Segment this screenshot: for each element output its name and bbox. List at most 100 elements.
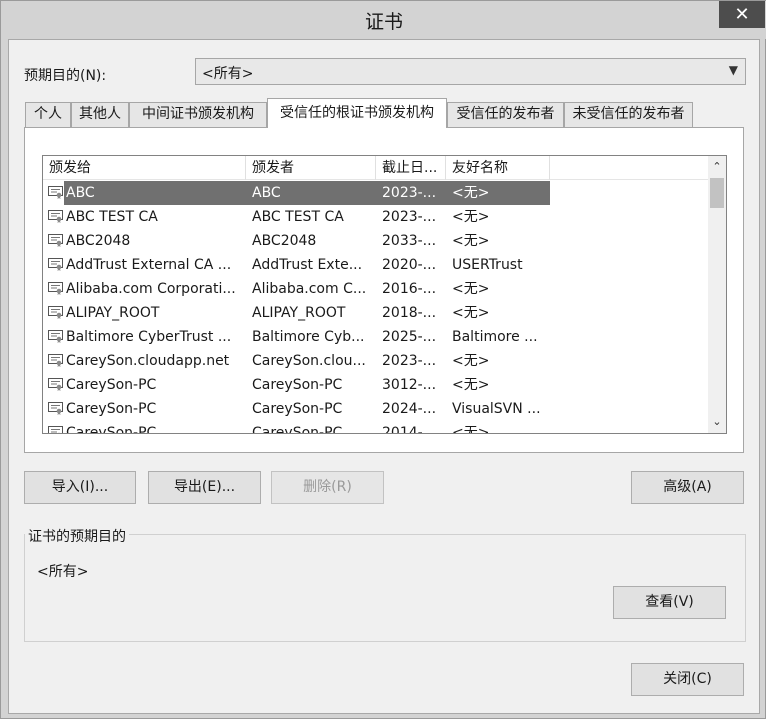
certificate-icon xyxy=(48,402,63,415)
table-row[interactable]: CareySon-PC CareySon-PC 2024-... VisualSVN … xyxy=(43,397,708,421)
cell-issued-to: CareySon-PC xyxy=(66,401,157,417)
cell-expires: 2024-... xyxy=(382,401,437,417)
table-row[interactable]: AddTrust External CA ... AddTrust Exte...… xyxy=(43,253,708,277)
title-bar: 证书 ✕ xyxy=(1,1,766,39)
purpose-dropdown[interactable]: <所有> ▼ xyxy=(195,58,746,85)
certificates-dialog: 证书 ✕ 预期目的(N): <所有> ▼ 个人 其他人 中间证书颁发机构 受信任… xyxy=(0,0,766,719)
cell-issued-by: ABC xyxy=(252,185,281,201)
tab-other-people[interactable]: 其他人 xyxy=(71,102,129,127)
cell-issued-by: Baltimore Cyb... xyxy=(252,329,365,345)
cell-issued-to: CareySon-PC xyxy=(66,377,157,393)
cell-issued-by: Alibaba.com C... xyxy=(252,281,367,297)
cell-issued-to: CareySon-PC xyxy=(66,425,157,434)
table-row[interactable]: Baltimore CyberTrust ... Baltimore Cyb...… xyxy=(43,325,708,349)
purpose-label: 预期目的(N): xyxy=(24,68,107,84)
certificate-icon xyxy=(48,234,63,247)
certificate-icon xyxy=(48,258,63,271)
cell-friendly-name: USERTrust xyxy=(452,257,523,273)
cell-issued-to: ABC xyxy=(66,185,95,201)
certificate-icon xyxy=(48,306,63,319)
close-button[interactable]: 关闭(C) xyxy=(631,663,744,696)
certificate-icon xyxy=(48,426,63,433)
view-button[interactable]: 查看(V) xyxy=(613,586,726,619)
dialog-body: 预期目的(N): <所有> ▼ 个人 其他人 中间证书颁发机构 受信任的根证书颁… xyxy=(8,39,760,714)
cell-friendly-name: <无> xyxy=(452,281,490,297)
cell-issued-to: CareySon.cloudapp.net xyxy=(66,353,230,369)
cell-issued-to: ALIPAY_ROOT xyxy=(66,305,160,321)
cell-issued-by: ABC TEST CA xyxy=(252,209,344,225)
cell-expires: 2023-... xyxy=(382,353,437,369)
remove-button[interactable]: 删除(R) xyxy=(271,471,384,504)
table-row[interactable]: CareySon.cloudapp.net CareySon.clou... 202… xyxy=(43,349,708,373)
cell-issued-to: ABC TEST CA xyxy=(66,209,158,225)
chevron-down-icon: ▼ xyxy=(728,63,738,77)
tab-untrusted-publishers[interactable]: 未受信任的发布者 xyxy=(564,102,693,127)
vertical-scrollbar[interactable]: ⌃ ⌄ xyxy=(708,156,726,433)
certificate-icon xyxy=(48,354,63,367)
table-row[interactable]: ABC ABC 2023-... <无> xyxy=(43,181,708,205)
tab-panel: 颁发给 颁发者 截止日... 友好名称 ABC ABC 2023-... <无> ABC… xyxy=(24,127,744,453)
table-row[interactable]: ALIPAY_ROOT ALIPAY_ROOT 2018-... <无> xyxy=(43,301,708,325)
cell-friendly-name: Baltimore ... xyxy=(452,329,538,345)
certificate-icon xyxy=(48,186,63,199)
certificate-icon xyxy=(48,378,63,391)
column-friendly-name[interactable]: 友好名称 xyxy=(446,156,550,180)
cell-issued-by: CareySon-PC xyxy=(252,425,343,434)
scroll-up-icon[interactable]: ⌃ xyxy=(708,158,726,176)
import-button[interactable]: 导入(I)... xyxy=(24,471,136,504)
cell-issued-to: Baltimore CyberTrust ... xyxy=(66,329,232,345)
scroll-thumb[interactable] xyxy=(710,178,724,208)
cell-friendly-name: <无> xyxy=(452,377,490,393)
table-row[interactable]: CareySon-PC CareySon-PC 3012-... <无> xyxy=(43,373,708,397)
column-expiration[interactable]: 截止日... xyxy=(376,156,446,180)
cell-friendly-name: <无> xyxy=(452,209,490,225)
cell-issued-by: CareySon-PC xyxy=(252,377,343,393)
cell-expires: 2018-... xyxy=(382,305,437,321)
cell-issued-by: CareySon.clou... xyxy=(252,353,366,369)
cell-issued-by: ABC2048 xyxy=(252,233,317,249)
certificate-list[interactable]: 颁发给 颁发者 截止日... 友好名称 ABC ABC 2023-... <无> ABC… xyxy=(42,155,727,434)
column-issued-by[interactable]: 颁发者 xyxy=(246,156,376,180)
cell-friendly-name: VisualSVN ... xyxy=(452,401,541,417)
cell-issued-by: CareySon-PC xyxy=(252,401,343,417)
cell-expires: 2014-... xyxy=(382,425,437,434)
list-header: 颁发给 颁发者 截止日... 友好名称 xyxy=(43,156,708,180)
cell-friendly-name: <无> xyxy=(452,305,490,321)
export-button[interactable]: 导出(E)... xyxy=(148,471,261,504)
cell-friendly-name: <无> xyxy=(452,425,490,434)
cell-issued-to: AddTrust External CA ... xyxy=(66,257,232,273)
tab-trusted-root-ca[interactable]: 受信任的根证书颁发机构 xyxy=(267,98,447,128)
scroll-down-icon[interactable]: ⌄ xyxy=(708,413,726,431)
tab-trusted-publishers[interactable]: 受信任的发布者 xyxy=(447,102,564,127)
cell-expires: 2023-... xyxy=(382,185,437,201)
cell-expires: 2023-... xyxy=(382,209,437,225)
column-issued-to[interactable]: 颁发给 xyxy=(43,156,246,180)
cell-issued-by: AddTrust Exte... xyxy=(252,257,363,273)
certificate-icon xyxy=(48,330,63,343)
advanced-button[interactable]: 高级(A) xyxy=(631,471,744,504)
cell-expires: 2016-... xyxy=(382,281,437,297)
cell-expires: 2020-... xyxy=(382,257,437,273)
table-row[interactable]: Alibaba.com Corporati... Alibaba.com C...… xyxy=(43,277,708,301)
tab-personal[interactable]: 个人 xyxy=(25,102,71,127)
cell-issued-by: ALIPAY_ROOT xyxy=(252,305,346,321)
purposes-value: <所有> xyxy=(37,564,89,580)
tab-intermediate-ca[interactable]: 中间证书颁发机构 xyxy=(129,102,267,127)
purposes-group-label: 证书的预期目的 xyxy=(25,526,129,546)
cell-friendly-name: <无> xyxy=(452,353,490,369)
close-icon: ✕ xyxy=(734,4,750,25)
cell-issued-to: ABC2048 xyxy=(66,233,131,249)
cell-issued-to: Alibaba.com Corporati... xyxy=(66,281,236,297)
close-window-button[interactable]: ✕ xyxy=(719,1,765,28)
window-title: 证书 xyxy=(364,11,403,33)
table-row[interactable]: CareySon-PC CareySon-PC 2014-... <无> xyxy=(43,421,708,434)
cell-expires: 3012-... xyxy=(382,377,437,393)
table-row[interactable]: ABC2048 ABC2048 2033-... <无> xyxy=(43,229,708,253)
cell-expires: 2033-... xyxy=(382,233,437,249)
purpose-selected-value: <所有> xyxy=(202,66,254,82)
certificate-icon xyxy=(48,282,63,295)
cell-friendly-name: <无> xyxy=(452,233,490,249)
table-row[interactable]: ABC TEST CA ABC TEST CA 2023-... <无> xyxy=(43,205,708,229)
cell-expires: 2025-... xyxy=(382,329,437,345)
certificate-icon xyxy=(48,210,63,223)
